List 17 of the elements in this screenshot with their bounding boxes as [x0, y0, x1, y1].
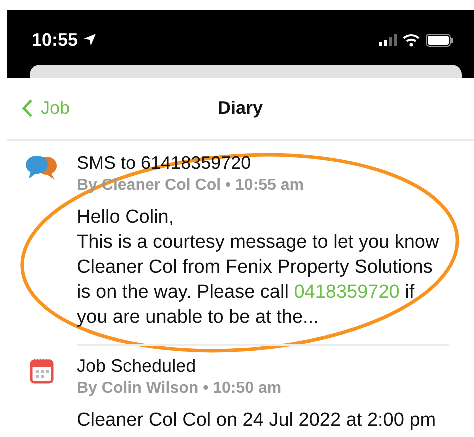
entry-message: This is a courtesy message to let you know Cleaner Col from Fenix Property Solutions is on the way. Please call 0418359720 if you are unable to be at the...	[77, 231, 440, 330]
back-button[interactable]: Job	[7, 98, 70, 118]
entry-author-time: By Cleaner Col Col • 10:55 am	[77, 176, 306, 196]
battery-icon	[426, 34, 454, 46]
screen-title: Diary	[218, 98, 264, 118]
signal-icon	[379, 34, 397, 46]
chevron-left-icon	[22, 98, 33, 118]
location-arrow-icon	[83, 33, 98, 47]
chat-bubbles-icon	[25, 155, 59, 181]
calendar-icon	[30, 358, 54, 384]
entry-author-time: By Colin Wilson • 10:50 am	[77, 379, 283, 399]
entry-title: Job Scheduled	[77, 355, 198, 378]
entry-message: Cleaner Col Col on 24 Jul 2022 at 2:00 pm	[77, 409, 438, 433]
phone-link[interactable]: 0418359720	[294, 282, 400, 303]
greeting-text: Hello Colin,	[77, 206, 176, 230]
wifi-icon	[403, 34, 420, 46]
clock-time: 10:55	[32, 30, 78, 50]
